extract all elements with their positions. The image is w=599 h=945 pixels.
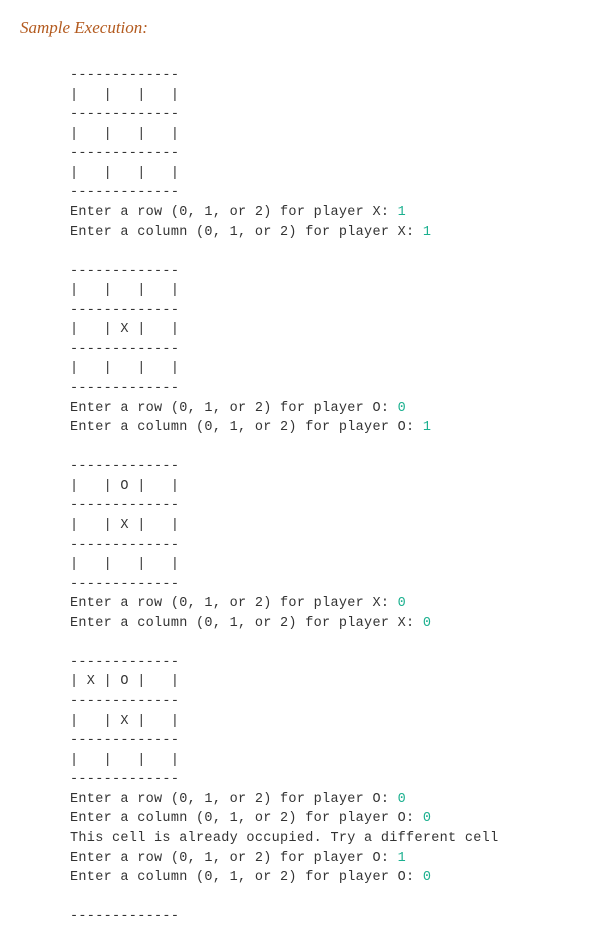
output-line: | | X | |: [70, 320, 579, 340]
output-line: -------------: [70, 692, 579, 712]
output-line: -------------: [70, 457, 579, 477]
output-line: | | O | |: [70, 477, 579, 497]
output-line: -------------: [70, 183, 579, 203]
output-text: -------------: [70, 185, 179, 200]
execution-output: ------------- | | | | ------------- | | | |…: [20, 66, 579, 927]
output-line: | | X | |: [70, 516, 579, 536]
output-line: -------------: [70, 731, 579, 751]
output-text: -------------: [70, 772, 179, 787]
output-line: [70, 438, 579, 458]
output-text: -------------: [70, 146, 179, 161]
user-input-value: 0: [398, 401, 406, 416]
output-text: -------------: [70, 655, 179, 670]
output-text: | | O | |: [70, 479, 179, 494]
output-text: | | | |: [70, 88, 179, 103]
output-text: -------------: [70, 342, 179, 357]
output-text: Enter a row (0, 1, or 2) for player O:: [70, 401, 398, 416]
output-text: -------------: [70, 68, 179, 83]
output-line: Enter a column (0, 1, or 2) for player O…: [70, 868, 579, 888]
output-line: -------------: [70, 301, 579, 321]
output-text: -------------: [70, 577, 179, 592]
output-text: | | | |: [70, 361, 179, 376]
output-line: -------------: [70, 340, 579, 360]
output-line: This cell is already occupied. Try a dif…: [70, 829, 579, 849]
output-text: Enter a row (0, 1, or 2) for player O:: [70, 851, 398, 866]
output-text: | | | |: [70, 753, 179, 768]
output-text: | | X | |: [70, 518, 179, 533]
output-line: [70, 633, 579, 653]
user-input-value: 1: [423, 420, 431, 435]
output-text: Enter a column (0, 1, or 2) for player O…: [70, 811, 423, 826]
output-text: Enter a column (0, 1, or 2) for player X…: [70, 225, 423, 240]
output-text: -------------: [70, 107, 179, 122]
output-text: Enter a column (0, 1, or 2) for player O…: [70, 870, 423, 885]
output-line: [70, 242, 579, 262]
output-text: -------------: [70, 498, 179, 513]
user-input-value: 0: [423, 811, 431, 826]
output-line: Enter a column (0, 1, or 2) for player X…: [70, 614, 579, 634]
output-line: Enter a row (0, 1, or 2) for player X: 0: [70, 594, 579, 614]
user-input-value: 1: [423, 225, 431, 240]
output-line: -------------: [70, 496, 579, 516]
user-input-value: 0: [398, 792, 406, 807]
output-text: -------------: [70, 538, 179, 553]
output-line: -------------: [70, 653, 579, 673]
output-text: Enter a row (0, 1, or 2) for player O:: [70, 792, 398, 807]
output-line: Enter a row (0, 1, or 2) for player O: 0: [70, 399, 579, 419]
output-text: Enter a column (0, 1, or 2) for player O…: [70, 420, 423, 435]
output-text: -------------: [70, 909, 179, 924]
output-line: | | | |: [70, 281, 579, 301]
output-line: | | | |: [70, 125, 579, 145]
output-text: Enter a column (0, 1, or 2) for player X…: [70, 616, 423, 631]
output-line: -------------: [70, 907, 579, 927]
output-text: -------------: [70, 733, 179, 748]
output-text: | | | |: [70, 557, 179, 572]
output-text: -------------: [70, 264, 179, 279]
output-text: This cell is already occupied. Try a dif…: [70, 831, 498, 846]
output-text: -------------: [70, 303, 179, 318]
output-line: -------------: [70, 262, 579, 282]
output-line: Enter a row (0, 1, or 2) for player O: 1: [70, 849, 579, 869]
output-line: | | | |: [70, 555, 579, 575]
output-text: | | | |: [70, 127, 179, 142]
output-text: | | | |: [70, 166, 179, 181]
output-line: | | | |: [70, 164, 579, 184]
user-input-value: 1: [398, 205, 406, 220]
output-text: | | X | |: [70, 714, 179, 729]
output-text: -------------: [70, 459, 179, 474]
output-line: Enter a column (0, 1, or 2) for player O…: [70, 418, 579, 438]
output-line: | | | |: [70, 751, 579, 771]
output-text: | | | |: [70, 283, 179, 298]
output-line: [70, 888, 579, 908]
user-input-value: 1: [398, 851, 406, 866]
output-text: Enter a row (0, 1, or 2) for player X:: [70, 205, 398, 220]
user-input-value: 0: [423, 616, 431, 631]
output-line: -------------: [70, 66, 579, 86]
output-line: Enter a column (0, 1, or 2) for player X…: [70, 223, 579, 243]
output-line: -------------: [70, 770, 579, 790]
output-line: | | | |: [70, 359, 579, 379]
output-line: | | X | |: [70, 712, 579, 732]
output-line: Enter a row (0, 1, or 2) for player X: 1: [70, 203, 579, 223]
user-input-value: 0: [423, 870, 431, 885]
output-line: -------------: [70, 379, 579, 399]
output-line: | | | |: [70, 86, 579, 106]
output-text: -------------: [70, 381, 179, 396]
output-text: | | X | |: [70, 322, 179, 337]
output-line: -------------: [70, 144, 579, 164]
output-line: -------------: [70, 536, 579, 556]
output-text: -------------: [70, 694, 179, 709]
output-line: | X | O | |: [70, 672, 579, 692]
output-line: Enter a column (0, 1, or 2) for player O…: [70, 809, 579, 829]
section-heading: Sample Execution:: [20, 18, 579, 38]
output-line: Enter a row (0, 1, or 2) for player O: 0: [70, 790, 579, 810]
output-text: Enter a row (0, 1, or 2) for player X:: [70, 596, 398, 611]
output-text: | X | O | |: [70, 674, 179, 689]
user-input-value: 0: [398, 596, 406, 611]
output-line: -------------: [70, 105, 579, 125]
output-line: -------------: [70, 575, 579, 595]
